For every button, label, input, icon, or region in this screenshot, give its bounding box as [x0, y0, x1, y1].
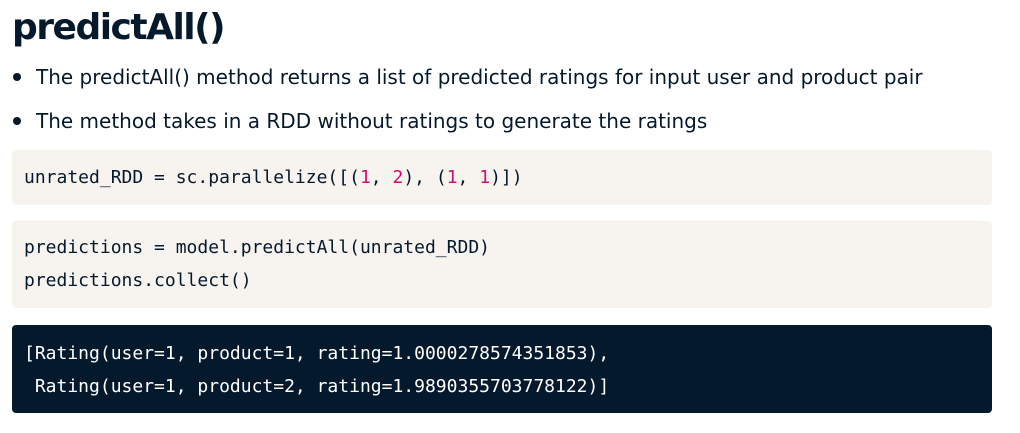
code-line: predictions = model.predictAll(unrated_R…: [24, 237, 490, 258]
code-block-unrated-rdd: unrated_RDD = sc.parallelize([(1, 2), (1…: [12, 150, 992, 205]
code-text: unrated_RDD = sc.parallelize([(: [24, 167, 360, 188]
code-number: 1: [479, 167, 491, 188]
bullet-dot-icon: [13, 73, 21, 81]
output-line: [Rating(user=1, product=1, rating=1.0000…: [24, 343, 610, 364]
bullet-list: The predictAll() method returns a list o…: [12, 60, 923, 148]
code-number: 1: [359, 167, 371, 188]
code-line: unrated_RDD = sc.parallelize([(1, 2), (1…: [24, 161, 980, 194]
code-number: 2: [392, 167, 404, 188]
bullet-item: The method takes in a RDD without rating…: [12, 104, 923, 148]
code-number: 1: [446, 167, 458, 188]
output-line: Rating(user=1, product=2, rating=1.98903…: [24, 376, 610, 397]
page-title: predictAll(): [12, 7, 226, 48]
code-line: predictions.collect(): [24, 270, 252, 291]
code-text: ,: [370, 167, 393, 188]
code-text: )]): [490, 167, 523, 188]
bullet-text: The method takes in a RDD without rating…: [36, 109, 708, 133]
bullet-item: The predictAll() method returns a list o…: [12, 60, 923, 104]
code-block-predictions: predictions = model.predictAll(unrated_R…: [12, 221, 992, 308]
bullet-text: The predictAll() method returns a list o…: [36, 65, 923, 89]
code-text: ), (: [403, 167, 447, 188]
bullet-dot-icon: [13, 117, 21, 125]
output-block: [Rating(user=1, product=1, rating=1.0000…: [12, 325, 992, 413]
code-text: ,: [457, 167, 480, 188]
